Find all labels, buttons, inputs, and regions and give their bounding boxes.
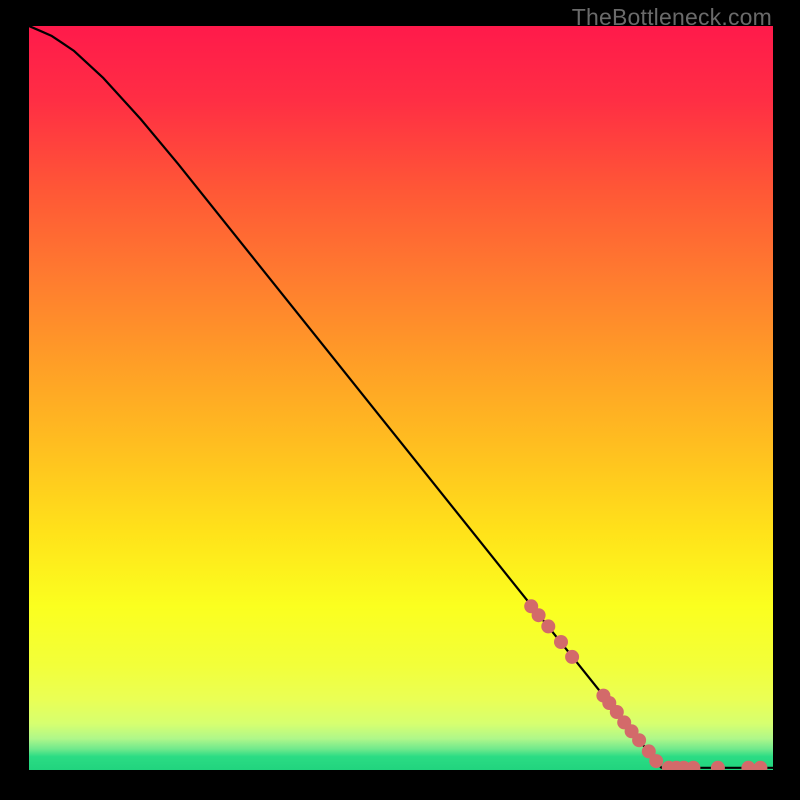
- gradient-background: [29, 26, 773, 770]
- data-marker: [532, 608, 546, 622]
- data-marker: [632, 733, 646, 747]
- plot-area: [29, 26, 773, 770]
- chart-svg: [29, 26, 773, 770]
- data-marker: [565, 650, 579, 664]
- data-marker: [554, 635, 568, 649]
- watermark-text: TheBottleneck.com: [572, 4, 772, 31]
- chart-frame: TheBottleneck.com: [0, 0, 800, 800]
- data-marker: [541, 619, 555, 633]
- data-marker: [649, 754, 663, 768]
